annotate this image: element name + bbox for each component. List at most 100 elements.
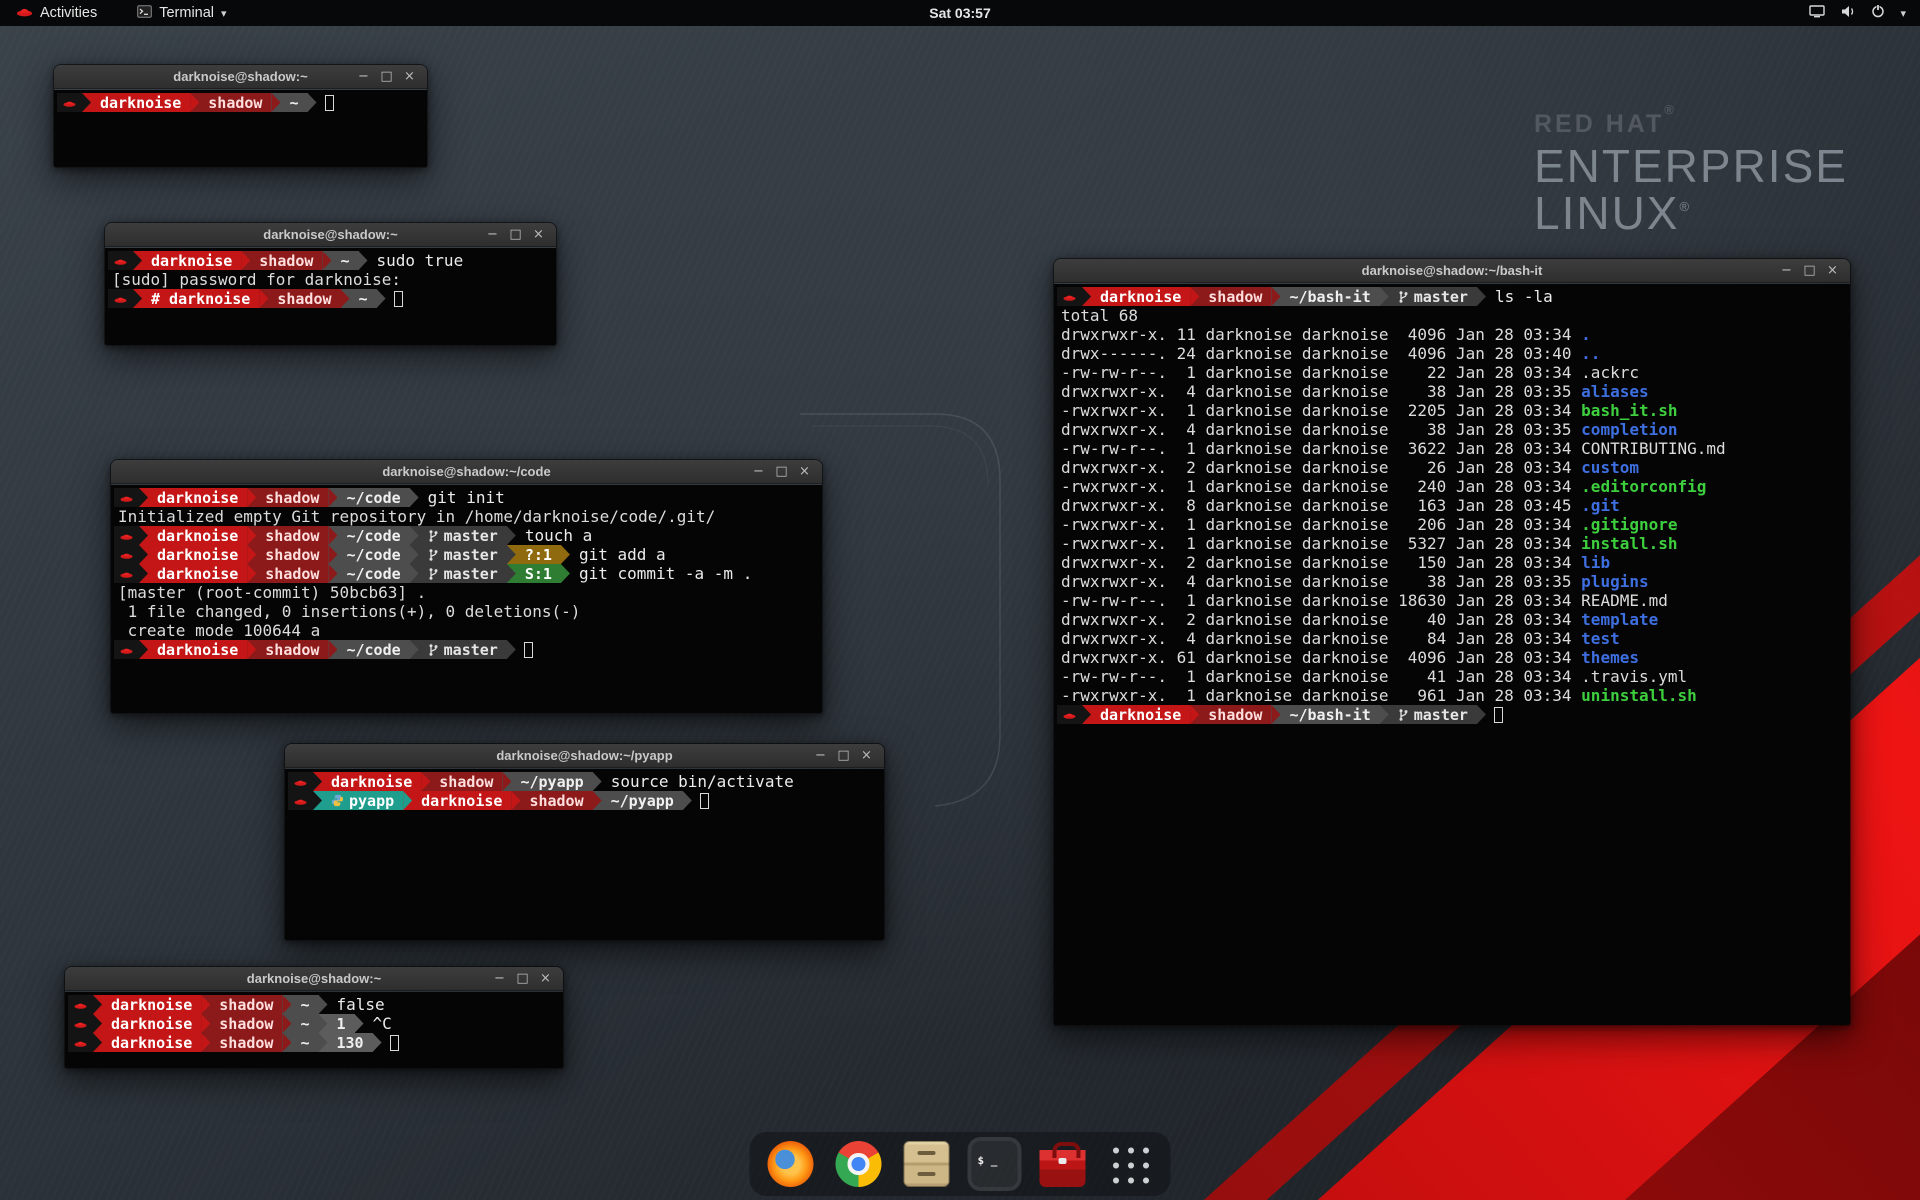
window-titlebar[interactable]: darknoise@shadow:~/bash-it − □ ×: [1054, 259, 1850, 283]
chrome-icon[interactable]: [836, 1141, 882, 1187]
close-button[interactable]: ×: [857, 745, 876, 767]
prompt-segment-hat: [108, 289, 133, 308]
prompt-segment-hat: [114, 545, 139, 564]
files-icon[interactable]: [904, 1141, 950, 1187]
file-meta: drwxrwxr-x. 4 darknoise darknoise 38 Jan…: [1057, 572, 1581, 591]
prompt-segment-path: ~/pyapp: [602, 791, 683, 810]
powerline-separator: [247, 526, 256, 545]
terminal-content[interactable]: darknoiseshadow~falsedarknoiseshadow~1^C…: [65, 992, 563, 1068]
maximize-button[interactable]: □: [834, 745, 853, 767]
command-text: sudo true: [368, 251, 464, 270]
maximize-button[interactable]: □: [506, 224, 525, 246]
powerline-separator: [328, 545, 337, 564]
powerline-separator: [1271, 705, 1280, 724]
firefox-icon[interactable]: [768, 1141, 814, 1187]
maximize-button[interactable]: □: [377, 66, 396, 88]
terminal-content[interactable]: darknoiseshadow~/bash-itmasterls -latota…: [1054, 284, 1850, 1025]
prompt-segment-user: darknoise: [1091, 705, 1190, 724]
window-titlebar[interactable]: darknoise@shadow:~ − □ ×: [54, 65, 427, 89]
powerline-separator: [507, 526, 516, 545]
powerline-separator: [247, 564, 256, 583]
activities-button[interactable]: Activities: [10, 0, 103, 26]
maximize-button[interactable]: □: [513, 968, 532, 990]
output-line: Initialized empty Git repository in /hom…: [114, 507, 820, 526]
prompt-segment-host: shadow: [199, 93, 271, 112]
powerline-separator: [377, 289, 386, 308]
maximize-button[interactable]: □: [1800, 260, 1819, 282]
redhat-icon: [120, 550, 133, 559]
maximize-button[interactable]: □: [772, 461, 791, 483]
minimize-button[interactable]: −: [1777, 260, 1796, 282]
powerline-separator: [1082, 287, 1091, 306]
prompt-segment-path: ~/code: [337, 564, 409, 583]
close-button[interactable]: ×: [400, 66, 419, 88]
registered-mark: ®: [1679, 199, 1691, 214]
file-name: lib: [1581, 553, 1610, 572]
prompt-segment-path: ~: [291, 995, 318, 1014]
close-button[interactable]: ×: [795, 461, 814, 483]
redhat-icon: [74, 1019, 87, 1028]
git-branch-icon: [428, 643, 439, 657]
prompt-segment-hat: [114, 488, 139, 507]
powerline-separator: [271, 93, 280, 112]
close-button[interactable]: ×: [1823, 260, 1842, 282]
prompt-line: darknoiseshadow~/bash-itmasterls -la: [1057, 287, 1848, 306]
prompt-segment-host: shadow: [256, 488, 328, 507]
powerline-separator: [139, 564, 148, 583]
powerline-separator: [511, 791, 520, 810]
minimize-button[interactable]: −: [490, 968, 509, 990]
close-button[interactable]: ×: [536, 968, 555, 990]
toolbox-icon[interactable]: [1040, 1141, 1086, 1187]
minimize-button[interactable]: −: [354, 66, 373, 88]
terminal-cursor: [394, 291, 403, 307]
terminal-icon: [137, 5, 152, 22]
terminal-content[interactable]: darknoiseshadow~: [54, 90, 427, 167]
powerline-separator: [561, 545, 570, 564]
output-line: drwxrwxr-x. 2 darknoise darknoise 26 Jan…: [1057, 458, 1848, 477]
file-meta: -rw-rw-r--. 1 darknoise darknoise 22 Jan…: [1057, 363, 1581, 382]
terminal-content[interactable]: darknoiseshadow~sudo true[sudo] password…: [105, 248, 556, 345]
terminal-icon[interactable]: [972, 1141, 1018, 1187]
minimize-button[interactable]: −: [483, 224, 502, 246]
clock[interactable]: Sat 03:57: [929, 5, 990, 21]
prompt-segment-host: shadow: [256, 640, 328, 659]
prompt-segment-path: ~/code: [337, 640, 409, 659]
screen-icon: [1809, 5, 1825, 22]
prompt-segment-git: master: [1389, 705, 1477, 724]
prompt-segment-user: darknoise: [148, 545, 247, 564]
powerline-separator: [593, 772, 602, 791]
close-button[interactable]: ×: [529, 224, 548, 246]
prompt-segment-hat: [68, 1033, 93, 1052]
output-line: create mode 100644 a: [114, 621, 820, 640]
file-name: custom: [1581, 458, 1639, 477]
output-text: Initialized empty Git repository in /hom…: [114, 507, 715, 526]
powerline-separator: [410, 545, 419, 564]
powerline-separator: [201, 1033, 210, 1052]
prompt-segment-host: shadow: [256, 545, 328, 564]
terminal-cursor: [325, 95, 334, 111]
output-line: total 68: [1057, 306, 1848, 325]
output-line: -rwxrwxr-x. 1 darknoise darknoise 5327 J…: [1057, 534, 1848, 553]
powerline-separator: [319, 1014, 328, 1033]
chevron-down-icon: ▾: [1900, 7, 1906, 20]
powerline-separator: [359, 251, 368, 270]
prompt-segment-host: shadow: [1199, 287, 1271, 306]
prompt-segment-hat: [1057, 287, 1082, 306]
app-menu-terminal[interactable]: Terminal ▾: [131, 0, 232, 26]
window-titlebar[interactable]: darknoise@shadow:~/code − □ ×: [111, 460, 822, 484]
terminal-content[interactable]: darknoiseshadow~/codegit initInitialized…: [111, 485, 822, 713]
prompt-segment-path: ~/pyapp: [511, 772, 592, 791]
powerline-separator: [313, 772, 322, 791]
prompt-segment-host: shadow: [430, 772, 502, 791]
activities-label: Activities: [40, 5, 97, 21]
window-titlebar[interactable]: darknoise@shadow:~/pyapp − □ ×: [285, 744, 884, 768]
minimize-button[interactable]: −: [811, 745, 830, 767]
minimize-button[interactable]: −: [749, 461, 768, 483]
system-status-area[interactable]: ▾: [1809, 4, 1910, 22]
terminal-content[interactable]: darknoiseshadow~/pyappsource bin/activat…: [285, 769, 884, 940]
window-titlebar[interactable]: darknoise@shadow:~ − □ ×: [105, 223, 556, 247]
window-titlebar[interactable]: darknoise@shadow:~ − □ ×: [65, 967, 563, 991]
show-apps-icon[interactable]: [1108, 1142, 1153, 1187]
terminal-window: darknoise@shadow:~ − □ × darknoiseshadow…: [104, 222, 557, 346]
prompt-segment-unt: ?:1: [516, 545, 561, 564]
